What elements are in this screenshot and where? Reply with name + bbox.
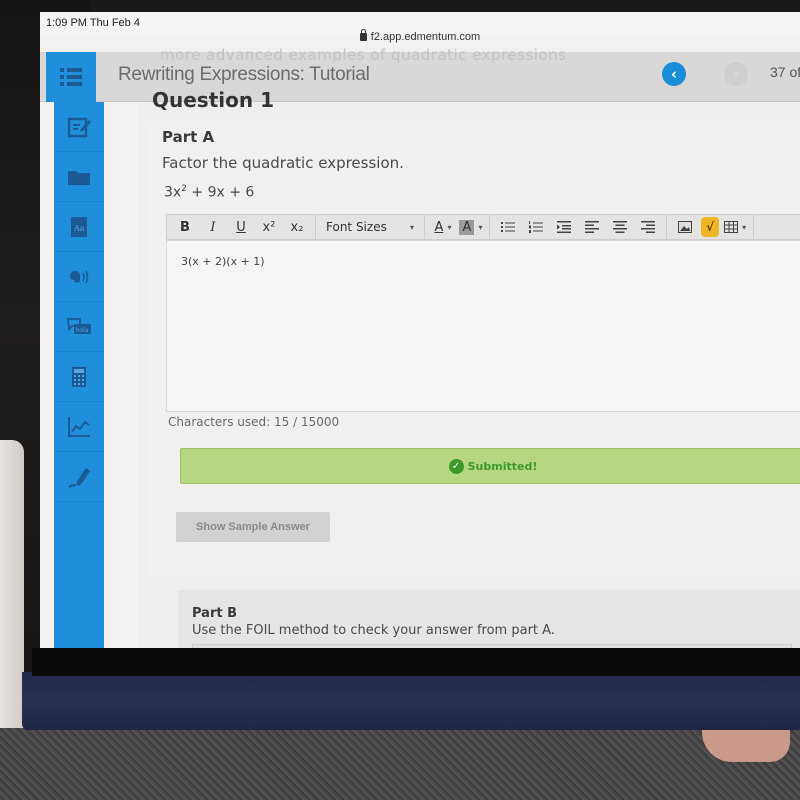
- font-color-button[interactable]: A ▾: [431, 217, 455, 237]
- highlight-color-button[interactable]: A ▾: [459, 217, 483, 237]
- part-b-section: Part B Use the FOIL method to check your…: [178, 590, 800, 648]
- check-circle-icon: ✓: [448, 458, 464, 474]
- characters-used: Characters used: 15 / 15000: [168, 415, 340, 429]
- numbered-list-button[interactable]: [524, 217, 548, 237]
- font-sizes-label: Font Sizes: [326, 220, 387, 234]
- align-left-button[interactable]: [580, 217, 604, 237]
- svg-text:hola: hola: [76, 327, 89, 334]
- part-a-section: Part A Factor the quadratic expression. …: [146, 122, 800, 578]
- show-sample-answer-button[interactable]: Show Sample Answer: [176, 512, 330, 542]
- graph-icon: [68, 416, 90, 437]
- underline-button[interactable]: U: [229, 217, 253, 237]
- insert-image-button[interactable]: [673, 217, 697, 237]
- background-carpet: [0, 728, 800, 800]
- caret-down-icon: ▾: [447, 222, 452, 232]
- list-menu-icon: [60, 65, 82, 89]
- font-sizes-select[interactable]: Font Sizes ▾: [322, 217, 418, 237]
- highlighter-icon: [68, 467, 90, 488]
- subscript-button[interactable]: x₂: [285, 217, 309, 237]
- submitted-status: Submitted!: [467, 459, 538, 473]
- align-right-button[interactable]: [636, 217, 660, 237]
- tool-sidebar: Aa hola: [54, 102, 104, 648]
- superscript-button[interactable]: x²: [257, 217, 281, 237]
- indent-button[interactable]: [552, 217, 576, 237]
- speaker-voice-icon: [70, 270, 89, 283]
- chevron-left-icon: ‹: [670, 65, 678, 83]
- highlight-color-icon: A: [459, 219, 475, 235]
- next-button[interactable]: ›: [724, 62, 748, 86]
- expression-lead: 3x: [164, 184, 182, 201]
- insert-table-button[interactable]: ▾: [723, 217, 747, 237]
- sidebar-item-highlighter[interactable]: [54, 452, 104, 502]
- notepad-edit-icon: [67, 117, 91, 137]
- tablet-screen: 1:09 PM Thu Feb 4 f2.app.edmentum.com mo…: [40, 12, 800, 648]
- sidebar-item-notes[interactable]: [54, 102, 104, 152]
- bulleted-list-icon: [501, 222, 515, 232]
- caret-down-icon: ▾: [409, 222, 414, 232]
- sidebar-item-calculator[interactable]: [54, 352, 104, 402]
- caret-down-icon: ▾: [742, 222, 747, 232]
- part-a-instruction: Factor the quadratic expression.: [162, 154, 404, 172]
- bulleted-list-button[interactable]: [496, 217, 520, 237]
- align-center-icon: [613, 221, 627, 233]
- quadratic-expression: 3x2 + 9x + 6: [164, 184, 254, 201]
- svg-text:Aa: Aa: [73, 224, 85, 233]
- sidebar-item-files[interactable]: [54, 152, 104, 202]
- sidebar-item-text-to-speech[interactable]: [54, 252, 104, 302]
- lock-icon: [359, 29, 367, 41]
- caret-down-icon: ▾: [478, 222, 483, 232]
- hola-chat-icon: hola: [67, 317, 91, 334]
- main-content: Question 1 Part A Factor the quadratic e…: [138, 88, 800, 648]
- part-a-title: Part A: [162, 128, 215, 146]
- numbered-list-icon: [529, 221, 543, 233]
- bold-button[interactable]: B: [173, 217, 197, 237]
- dictionary-icon: Aa: [71, 216, 87, 237]
- scrolled-content-ghost: more advanced examples of quadratic expr…: [160, 46, 567, 64]
- table-icon: [723, 221, 738, 233]
- answer-text: 3(x + 2)(x + 1): [181, 255, 265, 268]
- submitted-banner: ✓ Submitted!: [180, 448, 800, 484]
- folder-icon: [68, 170, 90, 185]
- part-b-editor-toolbar: [192, 644, 792, 648]
- image-icon: [678, 221, 692, 233]
- align-center-button[interactable]: [608, 217, 632, 237]
- previous-button[interactable]: ‹: [662, 62, 686, 86]
- answer-editor[interactable]: 3(x + 2)(x + 1): [166, 240, 800, 412]
- sidebar-item-translate[interactable]: hola: [54, 302, 104, 352]
- calculator-icon: [72, 366, 86, 387]
- menu-button[interactable]: [46, 52, 96, 102]
- page-count: 37 of: [770, 64, 800, 80]
- italic-button[interactable]: I: [201, 217, 225, 237]
- font-color-icon: A: [434, 219, 444, 235]
- app-title: Rewriting Expressions: Tutorial: [118, 64, 370, 85]
- part-b-title: Part B: [192, 606, 238, 621]
- url-text: f2.app.edmentum.com: [370, 31, 481, 43]
- editor-toolbar: B I U x² x₂ Font Sizes ▾ A ▾ A ▾ √ ▾: [166, 214, 800, 240]
- question-heading: Question 1: [152, 88, 274, 112]
- tablet-case: [22, 672, 800, 730]
- sidebar-item-graph[interactable]: [54, 402, 104, 452]
- sidebar-item-dictionary[interactable]: Aa: [54, 202, 104, 252]
- background-fur: [0, 440, 24, 740]
- tablet-bezel: [32, 648, 800, 676]
- align-right-icon: [641, 221, 655, 233]
- part-b-instruction: Use the FOIL method to check your answer…: [192, 623, 555, 638]
- chevron-right-icon: ›: [733, 65, 739, 83]
- expression-tail: + 9x + 6: [186, 184, 255, 201]
- indent-icon: [557, 221, 571, 233]
- math-equation-button[interactable]: √: [701, 217, 719, 237]
- align-left-icon: [585, 221, 599, 233]
- background-finger: [702, 728, 790, 762]
